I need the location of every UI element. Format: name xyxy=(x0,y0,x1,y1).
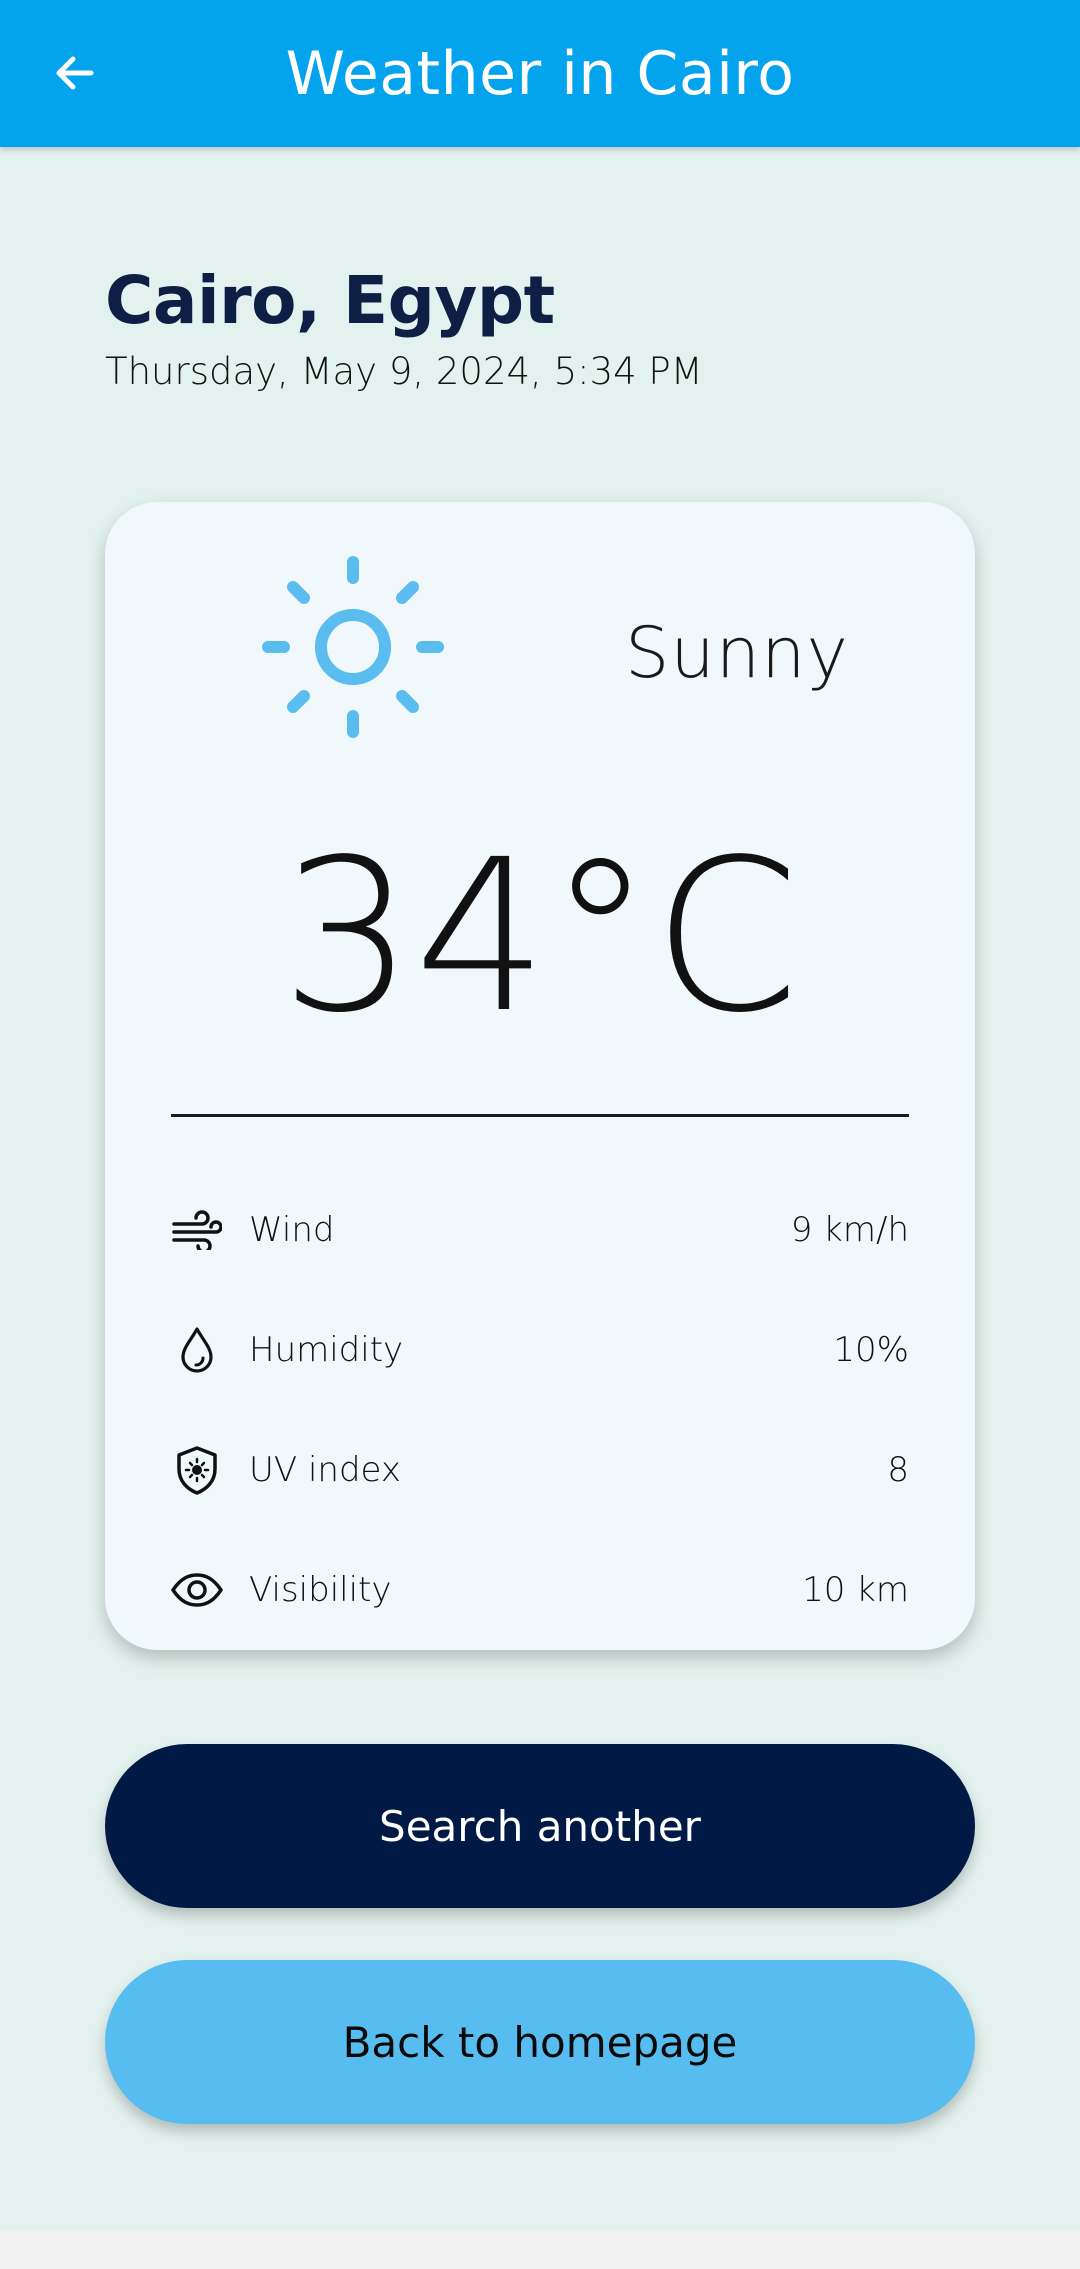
detail-label: Wind xyxy=(249,1210,335,1250)
sun-icon xyxy=(262,556,444,738)
arrow-left-icon xyxy=(56,56,94,90)
temperature-value: 34°C xyxy=(280,814,800,1059)
app-screen: Weather in Cairo Cairo, Egypt Thursday, … xyxy=(0,0,1080,2230)
detail-value: 10% xyxy=(833,1330,909,1370)
top-app-bar: Weather in Cairo xyxy=(0,0,1080,147)
detail-value: 8 xyxy=(887,1450,909,1490)
back-button[interactable] xyxy=(42,40,108,106)
detail-row-wind: Wind 9 km/h xyxy=(171,1200,909,1260)
page-title: Weather in Cairo xyxy=(285,38,795,109)
card-divider xyxy=(171,1114,909,1117)
weather-condition: Sunny xyxy=(625,612,849,694)
location-datetime: Thursday, May 9, 2024, 5:34 PM xyxy=(105,350,703,393)
detail-label: Visibility xyxy=(249,1570,392,1610)
detail-row-humidity: Humidity 10% xyxy=(171,1320,909,1380)
detail-value: 10 km xyxy=(802,1570,909,1610)
detail-row-visibility: Visibility 10 km xyxy=(171,1560,909,1620)
detail-row-uv-index: UV index 8 xyxy=(171,1440,909,1500)
uv-shield-icon xyxy=(171,1444,223,1496)
back-to-homepage-button[interactable]: Back to homepage xyxy=(105,1960,975,2124)
droplet-icon xyxy=(171,1324,223,1376)
search-another-button[interactable]: Search another xyxy=(105,1744,975,1908)
wind-icon xyxy=(171,1204,223,1256)
weather-card: Sunny 34°C Wind 9 km/h Humidity 10% UV i… xyxy=(105,502,975,1650)
location-city: Cairo, Egypt xyxy=(105,262,555,339)
detail-label: Humidity xyxy=(249,1330,404,1370)
detail-label: UV index xyxy=(249,1450,401,1490)
detail-value: 9 km/h xyxy=(790,1210,909,1250)
eye-icon xyxy=(171,1564,223,1616)
